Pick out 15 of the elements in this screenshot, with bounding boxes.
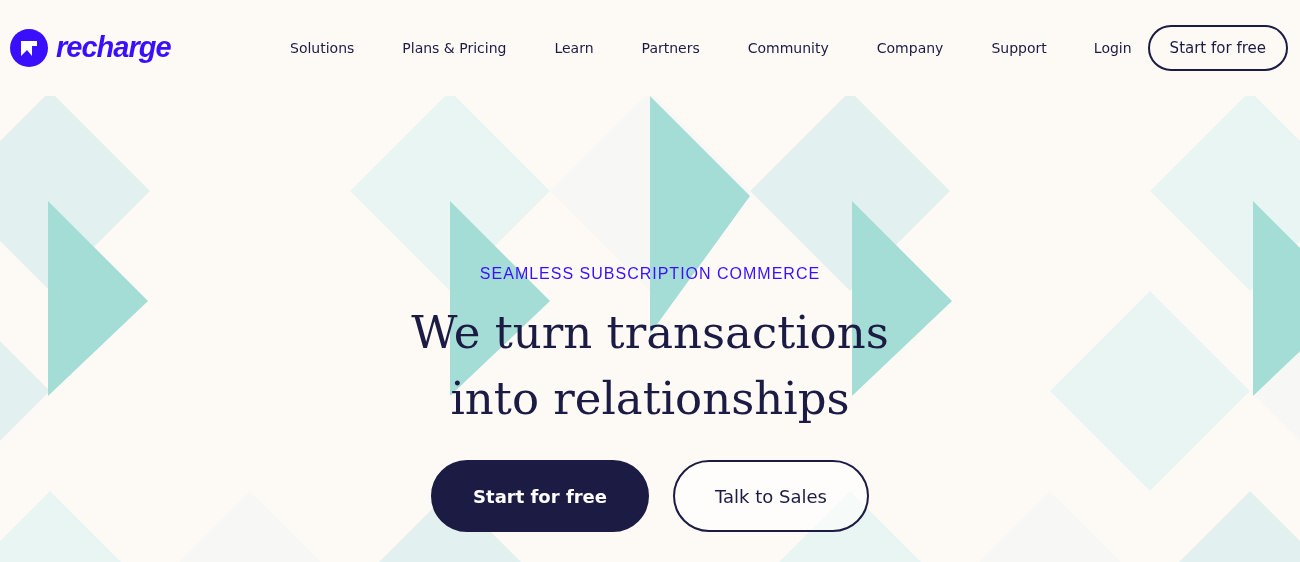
nav-link[interactable]: Learn <box>554 37 594 59</box>
start-for-free-button[interactable]: Start for free <box>1147 24 1288 72</box>
login-link[interactable]: Login <box>1093 37 1132 59</box>
logo-wordmark[interactable]: recharge <box>56 26 171 70</box>
logo-icon <box>10 29 48 67</box>
talk-to-sales-button[interactable]: Talk to Sales <box>673 460 869 532</box>
hero-heading: We turn transactions into relationships <box>411 305 889 427</box>
nav-link[interactable]: Plans & Pricing <box>402 37 507 59</box>
nav-link[interactable]: Community <box>747 37 829 59</box>
start-for-free-button[interactable]: Start for free <box>431 460 649 532</box>
hero-eyebrow: SEAMLESS SUBSCRIPTION COMMERCE <box>479 264 821 284</box>
nav-link[interactable]: Company <box>876 37 944 59</box>
nav-link[interactable]: Support <box>991 37 1047 59</box>
nav-link[interactable]: Partners <box>641 37 700 59</box>
nav-link[interactable]: Solutions <box>290 37 355 59</box>
